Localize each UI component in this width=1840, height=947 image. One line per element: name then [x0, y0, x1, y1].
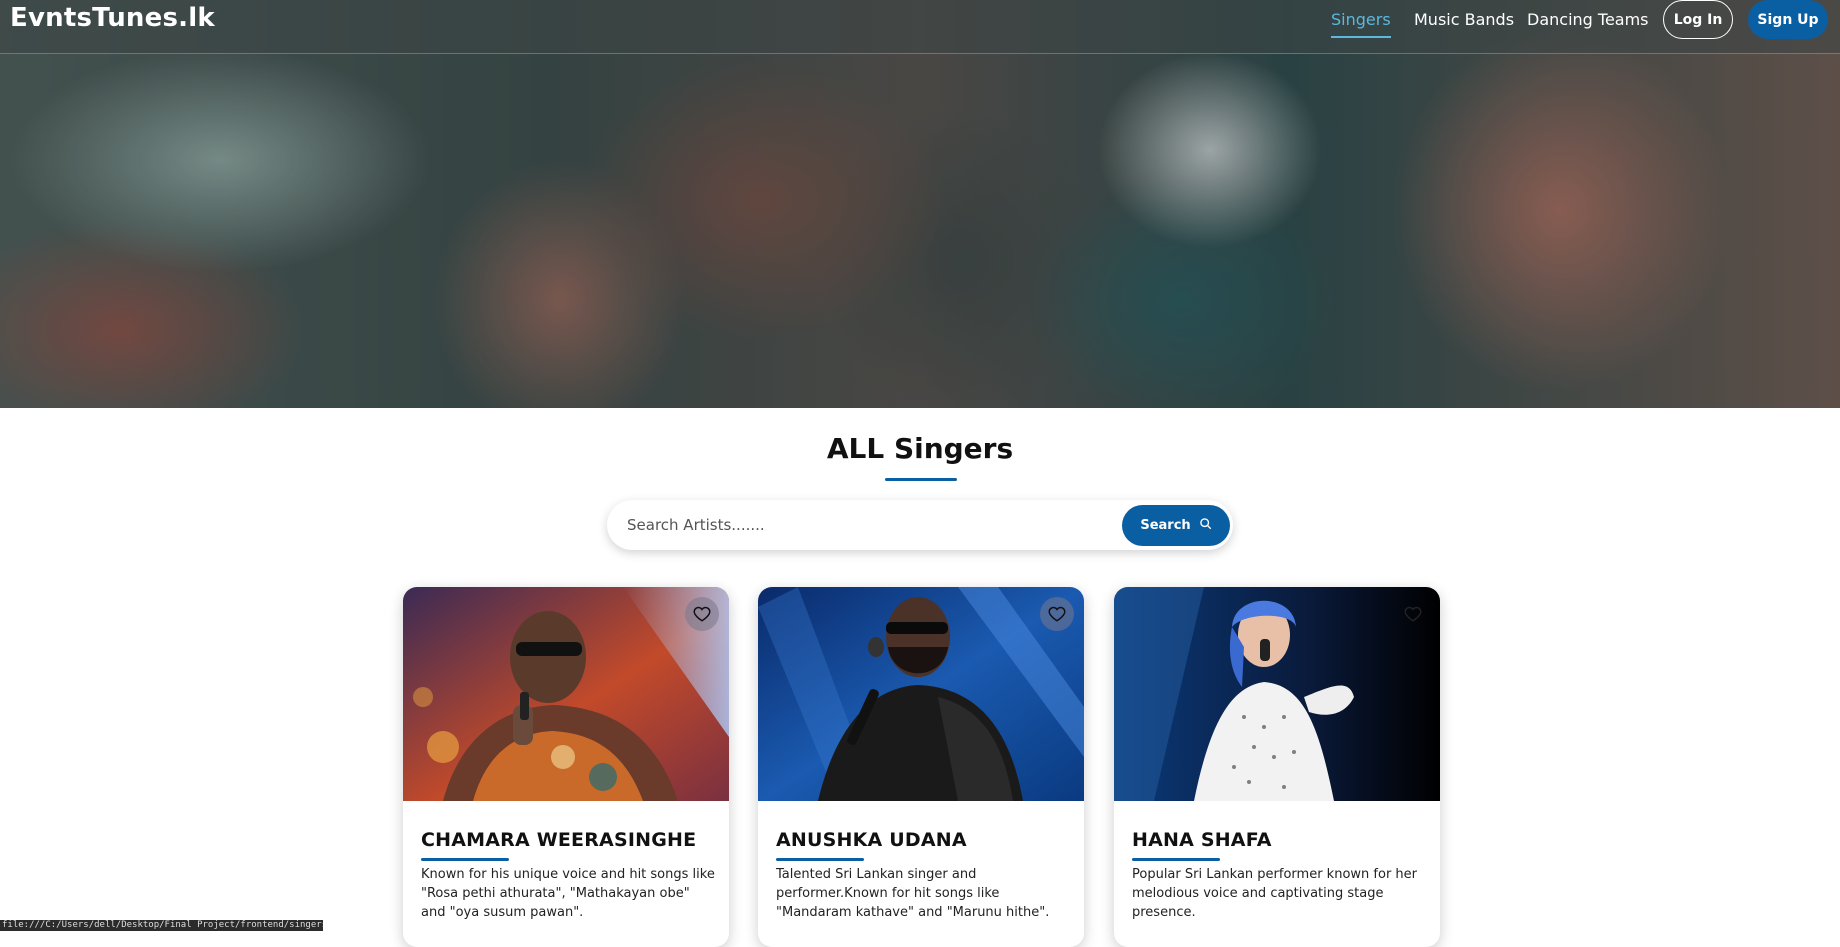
name-underline	[421, 858, 509, 861]
artist-name: CHAMARA WEERASINGHE	[421, 829, 697, 851]
artist-card[interactable]: HANA SHAFA Popular Sri Lankan performer …	[1114, 587, 1440, 947]
top-navbar: EvntsTunes.lk Singers Music Bands Dancin…	[0, 0, 1840, 54]
artist-photo	[403, 587, 729, 801]
search-button-label: Search	[1140, 518, 1191, 533]
heart-icon	[1404, 606, 1422, 622]
favorite-button[interactable]	[685, 597, 719, 631]
search-button[interactable]: Search	[1122, 505, 1230, 546]
search-icon	[1199, 517, 1212, 534]
login-button[interactable]: Log In	[1663, 0, 1733, 39]
artist-description: Known for his unique voice and hit songs…	[421, 867, 715, 920]
name-underline	[776, 858, 864, 861]
artist-description: Popular Sri Lankan performer known for h…	[1132, 867, 1417, 920]
favorite-button[interactable]	[1396, 597, 1430, 631]
artist-photo	[1114, 587, 1440, 801]
nav-music-bands[interactable]: Music Bands	[1414, 10, 1514, 29]
signup-button[interactable]: Sign Up	[1748, 0, 1828, 39]
site-logo[interactable]: EvntsTunes.lk	[10, 3, 215, 33]
heart-icon	[693, 606, 711, 622]
page-title: ALL Singers	[826, 432, 1014, 465]
search-input[interactable]	[627, 500, 1107, 550]
search-bar: Search	[607, 500, 1233, 550]
browser-status-bar: file:///C:/Users/dell/Desktop/Final Proj…	[0, 920, 323, 931]
nav-dancing-teams[interactable]: Dancing Teams	[1527, 10, 1649, 29]
name-underline	[1132, 858, 1220, 861]
artist-card[interactable]: CHAMARA WEERASINGHE Known for his unique…	[403, 587, 729, 947]
artist-photo	[758, 587, 1084, 801]
artist-description: Talented Sri Lankan singer and performer…	[776, 867, 1050, 920]
hero-banner	[0, 0, 1840, 408]
title-underline	[885, 478, 957, 481]
nav-singers[interactable]: Singers	[1331, 10, 1391, 38]
artist-name: ANUSHKA UDANA	[776, 829, 967, 851]
artist-name: HANA SHAFA	[1132, 829, 1272, 851]
artist-card[interactable]: ANUSHKA UDANA Talented Sri Lankan singer…	[758, 587, 1084, 947]
favorite-button[interactable]	[1040, 597, 1074, 631]
heart-icon	[1048, 606, 1066, 622]
